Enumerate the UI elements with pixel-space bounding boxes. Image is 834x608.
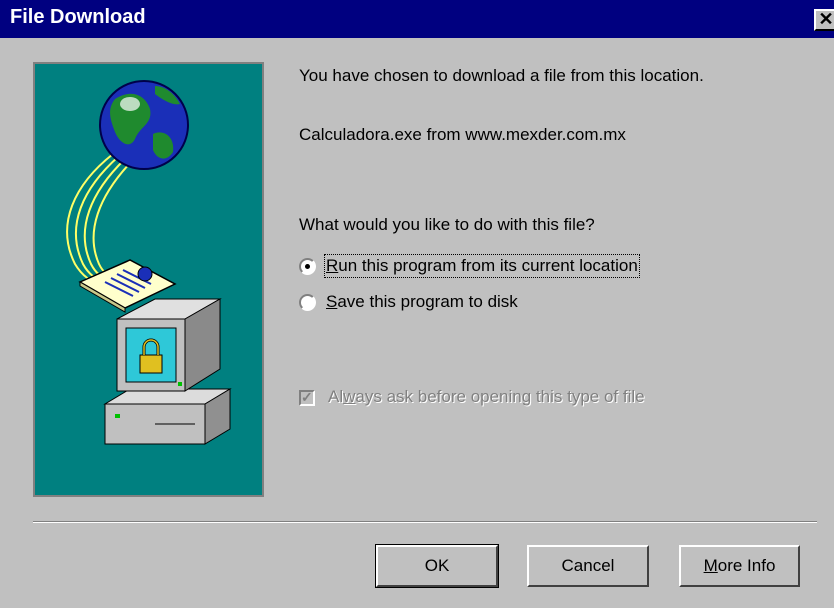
more-info-button[interactable]: More Info	[679, 545, 800, 587]
save-program-radio[interactable]	[299, 294, 316, 311]
question-text: What would you like to do with this file…	[299, 215, 595, 234]
run-program-radio[interactable]	[299, 258, 316, 275]
ok-button[interactable]: OK	[375, 544, 499, 588]
download-illustration	[33, 62, 264, 497]
illustration-art	[66, 80, 232, 445]
computer-lock-icon	[103, 298, 232, 445]
title-bar[interactable]: File Download ✕	[0, 0, 834, 38]
file-download-dialog: File Download ✕ You have chosen to downl…	[0, 0, 834, 608]
radio-selected-dot	[305, 264, 310, 269]
run-program-option[interactable]: Run this program from its current locati…	[299, 254, 699, 280]
cancel-button[interactable]: Cancel	[527, 545, 649, 587]
globe-icon	[99, 80, 189, 170]
close-icon: ✕	[818, 9, 834, 29]
file-source-text: Calculadora.exe from www.mexder.com.mx	[299, 125, 626, 144]
intro-text: You have chosen to download a file from …	[299, 66, 704, 85]
divider	[33, 521, 817, 523]
always-ask-label: Always ask before opening this type of f…	[328, 387, 645, 406]
always-ask-checkbox: ✓	[299, 389, 315, 406]
run-program-label[interactable]: Run this program from its current locati…	[324, 254, 640, 278]
save-program-label[interactable]: Save this program to disk	[326, 292, 518, 312]
checkmark-icon: ✓	[301, 389, 313, 405]
window-title: File Download	[10, 6, 146, 28]
save-program-option[interactable]: Save this program to disk	[299, 292, 699, 316]
close-button[interactable]: ✕	[814, 9, 834, 31]
